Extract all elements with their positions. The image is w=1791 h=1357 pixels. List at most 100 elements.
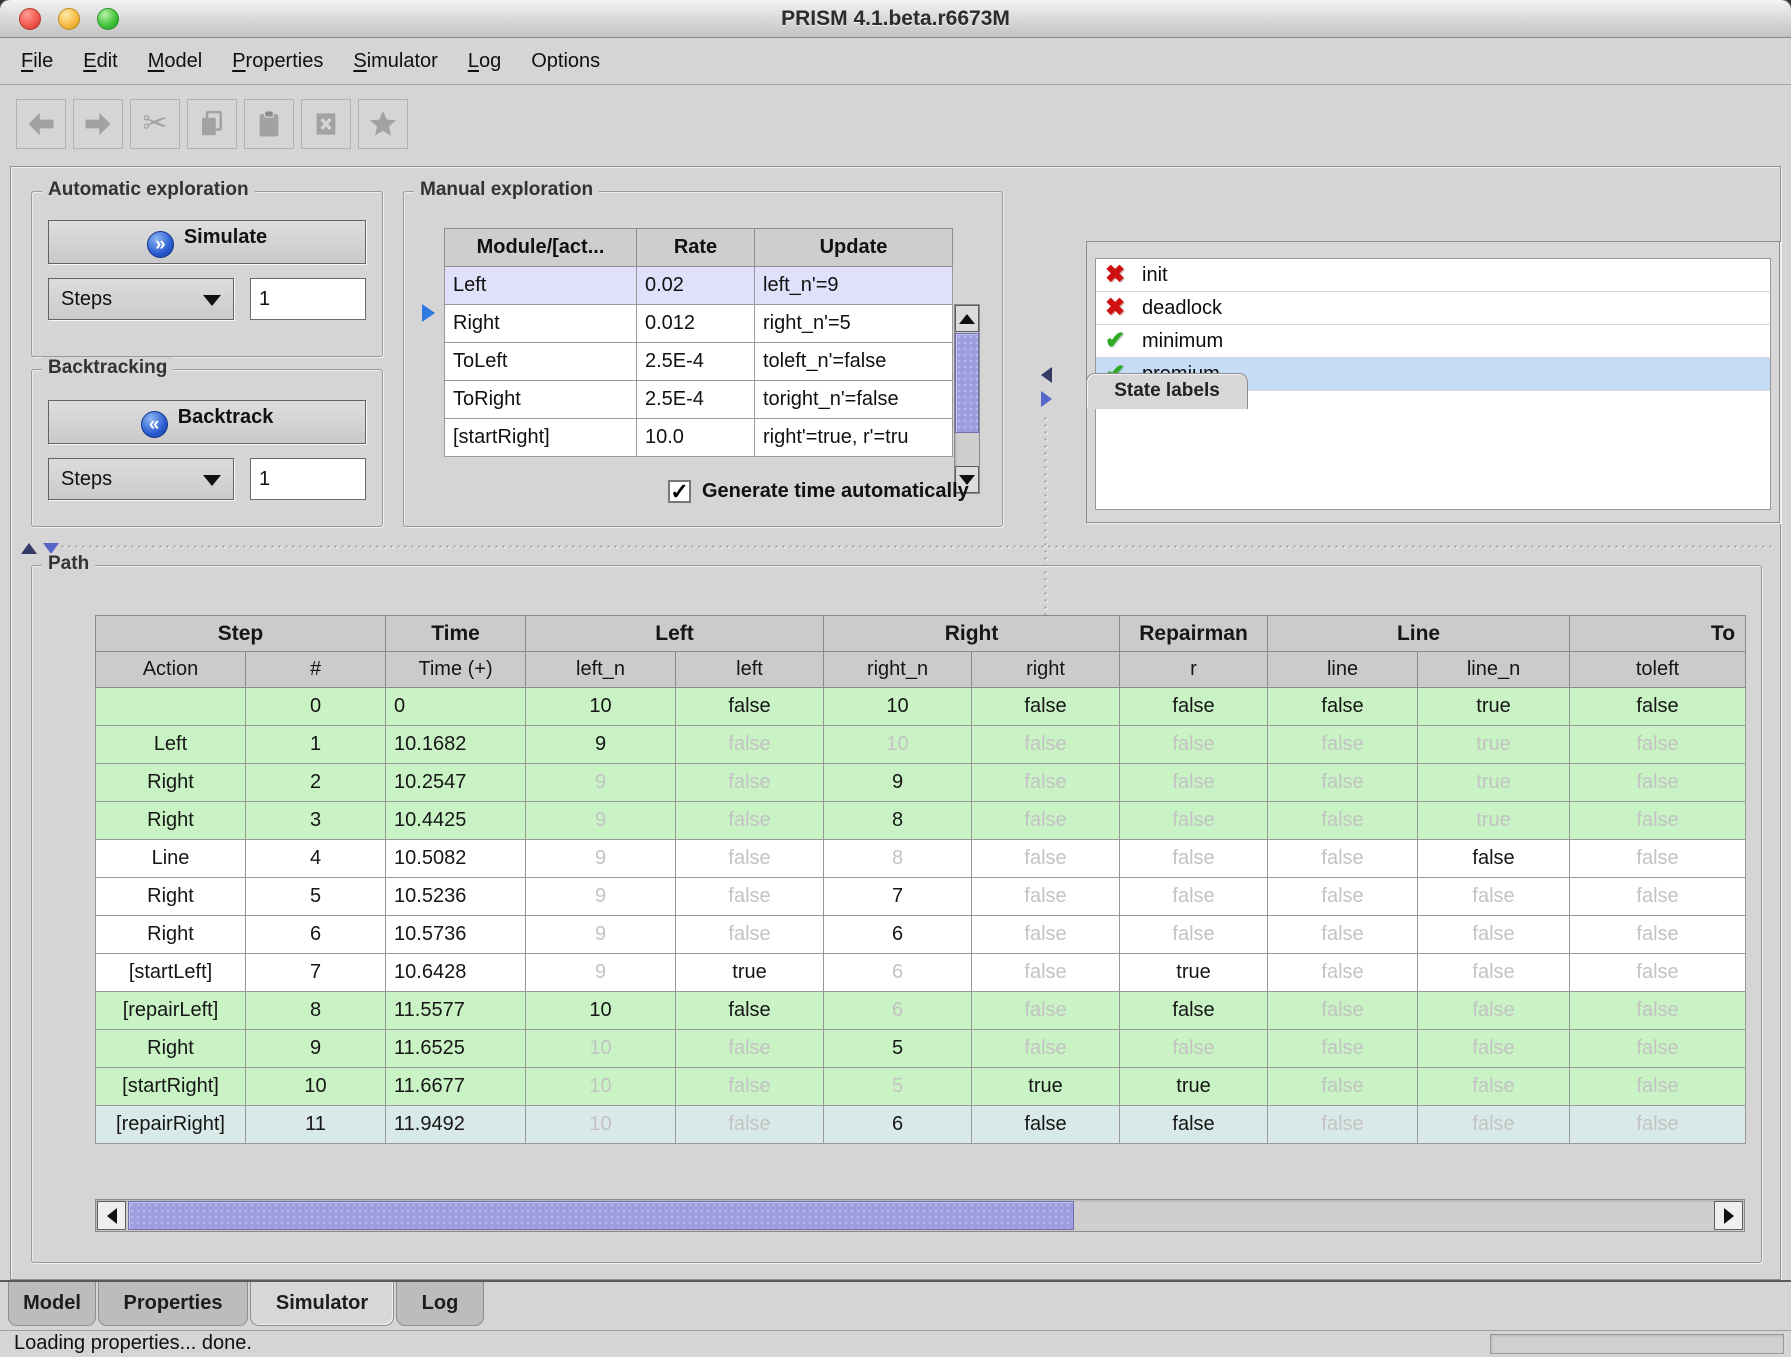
- path-cell-time: 10.5236: [386, 878, 526, 916]
- path-cell-toleft: false: [1570, 688, 1746, 726]
- path-cell-step-number: 6: [246, 916, 386, 954]
- path-cell-line_n: false: [1418, 878, 1570, 916]
- generate-time-checkbox[interactable]: ✓: [668, 480, 691, 503]
- manual-column-header[interactable]: Update: [755, 229, 953, 267]
- splitter-expand-right-icon[interactable]: [1041, 391, 1052, 407]
- manual-transition-row[interactable]: ToRight2.5E-4toright_n'=false: [445, 381, 953, 419]
- path-column-header[interactable]: Action: [96, 652, 246, 688]
- simulate-steps-input[interactable]: [250, 278, 366, 320]
- manual-table-header: Module/[act...RateUpdate: [445, 229, 953, 267]
- delete-button[interactable]: [301, 99, 351, 149]
- path-column-header[interactable]: left: [676, 652, 824, 688]
- splitter-collapse-up-icon[interactable]: [21, 543, 37, 554]
- backtrack-button[interactable]: «Backtrack: [48, 400, 366, 444]
- path-cell-line: false: [1268, 802, 1418, 840]
- simulate-steps-combo[interactable]: Steps: [48, 278, 234, 320]
- tab-simulator[interactable]: Simulator: [250, 1282, 394, 1326]
- path-step-row[interactable]: [startRight]1011.667710false5truetruefal…: [96, 1068, 1746, 1106]
- splitter-handle[interactable]: [59, 543, 1776, 552]
- tab-log[interactable]: Log: [396, 1282, 484, 1326]
- scroll-right-button[interactable]: [1714, 1201, 1743, 1230]
- redo-arrow-button[interactable]: [73, 99, 123, 149]
- path-cell-action: Right: [96, 878, 246, 916]
- manual-table-body: Left0.02left_n'=9Right0.012right_n'=5ToL…: [445, 267, 953, 457]
- path-group-header-to: To: [1570, 616, 1746, 652]
- path-cell-time: 0: [386, 688, 526, 726]
- menu-file[interactable]: File: [6, 39, 68, 84]
- path-column-header[interactable]: toleft: [1570, 652, 1746, 688]
- copy-button[interactable]: [187, 99, 237, 149]
- path-step-row[interactable]: [repairRight]1111.949210false6falsefalse…: [96, 1106, 1746, 1144]
- manual-column-header[interactable]: Rate: [637, 229, 755, 267]
- manual-transition-row[interactable]: [startRight]10.0right'=true, r'=tru: [445, 419, 953, 457]
- backtrack-steps-combo[interactable]: Steps: [48, 458, 234, 500]
- simulate-button[interactable]: »Simulate: [48, 220, 366, 264]
- path-cell-time: 10.6428: [386, 954, 526, 992]
- menu-edit[interactable]: Edit: [68, 39, 132, 84]
- path-cell-line: false: [1268, 764, 1418, 802]
- horizontal-splitter[interactable]: [15, 540, 1776, 555]
- state-label-minimum[interactable]: ✔minimum: [1096, 325, 1770, 358]
- path-cell-left_n: 9: [526, 916, 676, 954]
- path-column-header[interactable]: right: [972, 652, 1120, 688]
- scroll-up-button[interactable]: [955, 305, 979, 332]
- path-step-row[interactable]: Right210.25479false9falsefalsefalsetruef…: [96, 764, 1746, 802]
- path-column-header[interactable]: r: [1120, 652, 1268, 688]
- path-column-header[interactable]: left_n: [526, 652, 676, 688]
- path-step-row[interactable]: [repairLeft]811.557710false6falsefalsefa…: [96, 992, 1746, 1030]
- undo-arrow-button[interactable]: [16, 99, 66, 149]
- state-label-init[interactable]: ✖init: [1096, 259, 1770, 292]
- path-cell-time: 10.2547: [386, 764, 526, 802]
- path-step-row[interactable]: Right510.52369false7falsefalsefalsefalse…: [96, 878, 1746, 916]
- manual-cell-rate: 0.012: [637, 305, 755, 343]
- manual-exploration-table: Module/[act...RateUpdate Left0.02left_n'…: [444, 228, 953, 457]
- manual-transition-row[interactable]: ToLeft2.5E-4toleft_n'=false: [445, 343, 953, 381]
- scroll-left-button[interactable]: [97, 1201, 126, 1230]
- path-cell-toleft: false: [1570, 1068, 1746, 1106]
- menu-simulator[interactable]: Simulator: [338, 39, 452, 84]
- scrollbar-thumb[interactable]: [955, 333, 979, 433]
- path-step-row[interactable]: Line410.50829false8falsefalsefalsefalsef…: [96, 840, 1746, 878]
- path-step-row[interactable]: Left110.16829false10falsefalsefalsetruef…: [96, 726, 1746, 764]
- menu-model[interactable]: Model: [133, 39, 217, 84]
- window-title: PRISM 4.1.beta.r6673M: [0, 0, 1791, 38]
- path-cell-left: false: [676, 764, 824, 802]
- tab-model[interactable]: Model: [8, 1282, 96, 1326]
- tab-properties[interactable]: Properties: [98, 1282, 248, 1326]
- star-button[interactable]: [358, 99, 408, 149]
- path-column-header[interactable]: Time (+): [386, 652, 526, 688]
- path-step-row[interactable]: 0010false10falsefalsefalsetruefalse: [96, 688, 1746, 726]
- splitter-collapse-left-icon[interactable]: [1041, 367, 1052, 383]
- path-step-row[interactable]: Right310.44259false8falsefalsefalsetruef…: [96, 802, 1746, 840]
- path-step-row[interactable]: [startLeft]710.64289true6falsetruefalsef…: [96, 954, 1746, 992]
- cut-button[interactable]: ✂: [130, 99, 180, 149]
- manual-column-header[interactable]: Module/[act...: [445, 229, 637, 267]
- path-cell-r: false: [1120, 1106, 1268, 1144]
- menu-properties[interactable]: Properties: [217, 39, 338, 84]
- chevron-down-icon: [203, 295, 221, 306]
- menu-log[interactable]: Log: [453, 39, 516, 84]
- path-cell-left_n: 9: [526, 878, 676, 916]
- scrollbar-thumb[interactable]: [128, 1201, 1074, 1230]
- paste-button[interactable]: [244, 99, 294, 149]
- manual-transition-row[interactable]: Left0.02left_n'=9: [445, 267, 953, 305]
- path-column-header[interactable]: right_n: [824, 652, 972, 688]
- backtrack-steps-input[interactable]: [250, 458, 366, 500]
- path-column-header[interactable]: #: [246, 652, 386, 688]
- manual-table-scrollbar[interactable]: [954, 304, 980, 494]
- tab-state-labels[interactable]: State labels: [1086, 373, 1248, 409]
- path-cell-step-number: 11: [246, 1106, 386, 1144]
- menu-options[interactable]: Options: [516, 39, 615, 84]
- path-group-header-step: Step: [96, 616, 386, 652]
- path-column-header[interactable]: line_n: [1418, 652, 1570, 688]
- generate-time-label: Generate time automatically: [702, 480, 969, 503]
- path-horizontal-scrollbar[interactable]: [95, 1199, 1745, 1232]
- path-column-header[interactable]: line: [1268, 652, 1418, 688]
- path-step-row[interactable]: Right610.57369false6falsefalsefalsefalse…: [96, 916, 1746, 954]
- state-label-deadlock[interactable]: ✖deadlock: [1096, 292, 1770, 325]
- path-step-row[interactable]: Right911.652510false5falsefalsefalsefals…: [96, 1030, 1746, 1068]
- manual-transition-row[interactable]: Right0.012right_n'=5: [445, 305, 953, 343]
- steps-combo-label: Steps: [61, 279, 112, 319]
- check-icon: ✔: [1105, 325, 1125, 357]
- steps-combo-label: Steps: [61, 459, 112, 499]
